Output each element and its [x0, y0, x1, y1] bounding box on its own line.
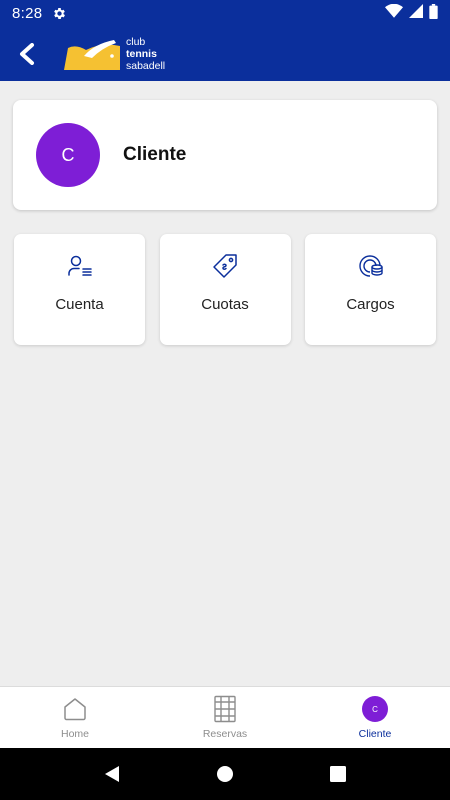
- nav-item-home[interactable]: Home: [0, 687, 150, 748]
- tile-cuenta[interactable]: Cuenta: [14, 234, 145, 345]
- nav-avatar: C: [362, 696, 388, 722]
- logo-line-tennis: tennis: [126, 48, 157, 60]
- avatar: C: [36, 123, 100, 187]
- back-button[interactable]: [0, 27, 54, 81]
- profile-card: C Cliente: [13, 100, 437, 210]
- system-nav-bar: [0, 748, 450, 800]
- system-home-button[interactable]: [205, 754, 245, 794]
- circle-home-icon: [216, 766, 233, 782]
- profile-name: Cliente: [123, 144, 187, 165]
- fee-tag-icon: [211, 252, 239, 280]
- status-bar: 8:28: [0, 0, 450, 27]
- reservations-icon: [211, 695, 239, 723]
- cell-signal-icon: [409, 4, 423, 23]
- bottom-nav: Home Reservas C Cliente: [0, 686, 450, 748]
- logo-line-sabadell: sabadell: [126, 60, 166, 72]
- nav-label: Cliente: [358, 728, 392, 740]
- status-time: 8:28: [12, 5, 43, 22]
- triangle-back-icon: [104, 766, 119, 782]
- account-icon: [66, 252, 94, 280]
- system-back-button[interactable]: [92, 754, 132, 794]
- nav-item-cliente[interactable]: C Cliente: [300, 687, 450, 748]
- club-logo: club tennis sabadell: [62, 36, 165, 72]
- logo-text: club tennis sabadell: [126, 36, 165, 72]
- square-recents-icon: [330, 766, 347, 782]
- nav-item-reservas[interactable]: Reservas: [150, 687, 300, 748]
- battery-icon: [429, 3, 438, 24]
- tile-label: Cuenta: [55, 296, 104, 313]
- tile-label: Cuotas: [201, 296, 249, 313]
- app-bar: club tennis sabadell: [0, 27, 450, 81]
- settings-gear-icon: [52, 6, 68, 22]
- back-arrow-icon: [20, 43, 34, 65]
- system-recents-button[interactable]: [318, 754, 358, 794]
- tile-cargos[interactable]: Cargos: [305, 234, 436, 345]
- nav-label: Home: [60, 728, 89, 740]
- logo-line-club: club: [126, 36, 146, 48]
- tile-label: Cargos: [346, 296, 395, 313]
- wifi-icon: [385, 3, 403, 23]
- nav-label: Reservas: [202, 728, 248, 740]
- menu-tiles: Cuenta Cuotas Cargos: [14, 234, 436, 346]
- charges-coins-icon: [357, 252, 385, 280]
- tile-cuotas[interactable]: Cuotas: [159, 234, 291, 345]
- logo-mark-icon: [64, 40, 120, 70]
- client-avatar-icon: C: [361, 695, 389, 723]
- home-icon: [61, 695, 89, 723]
